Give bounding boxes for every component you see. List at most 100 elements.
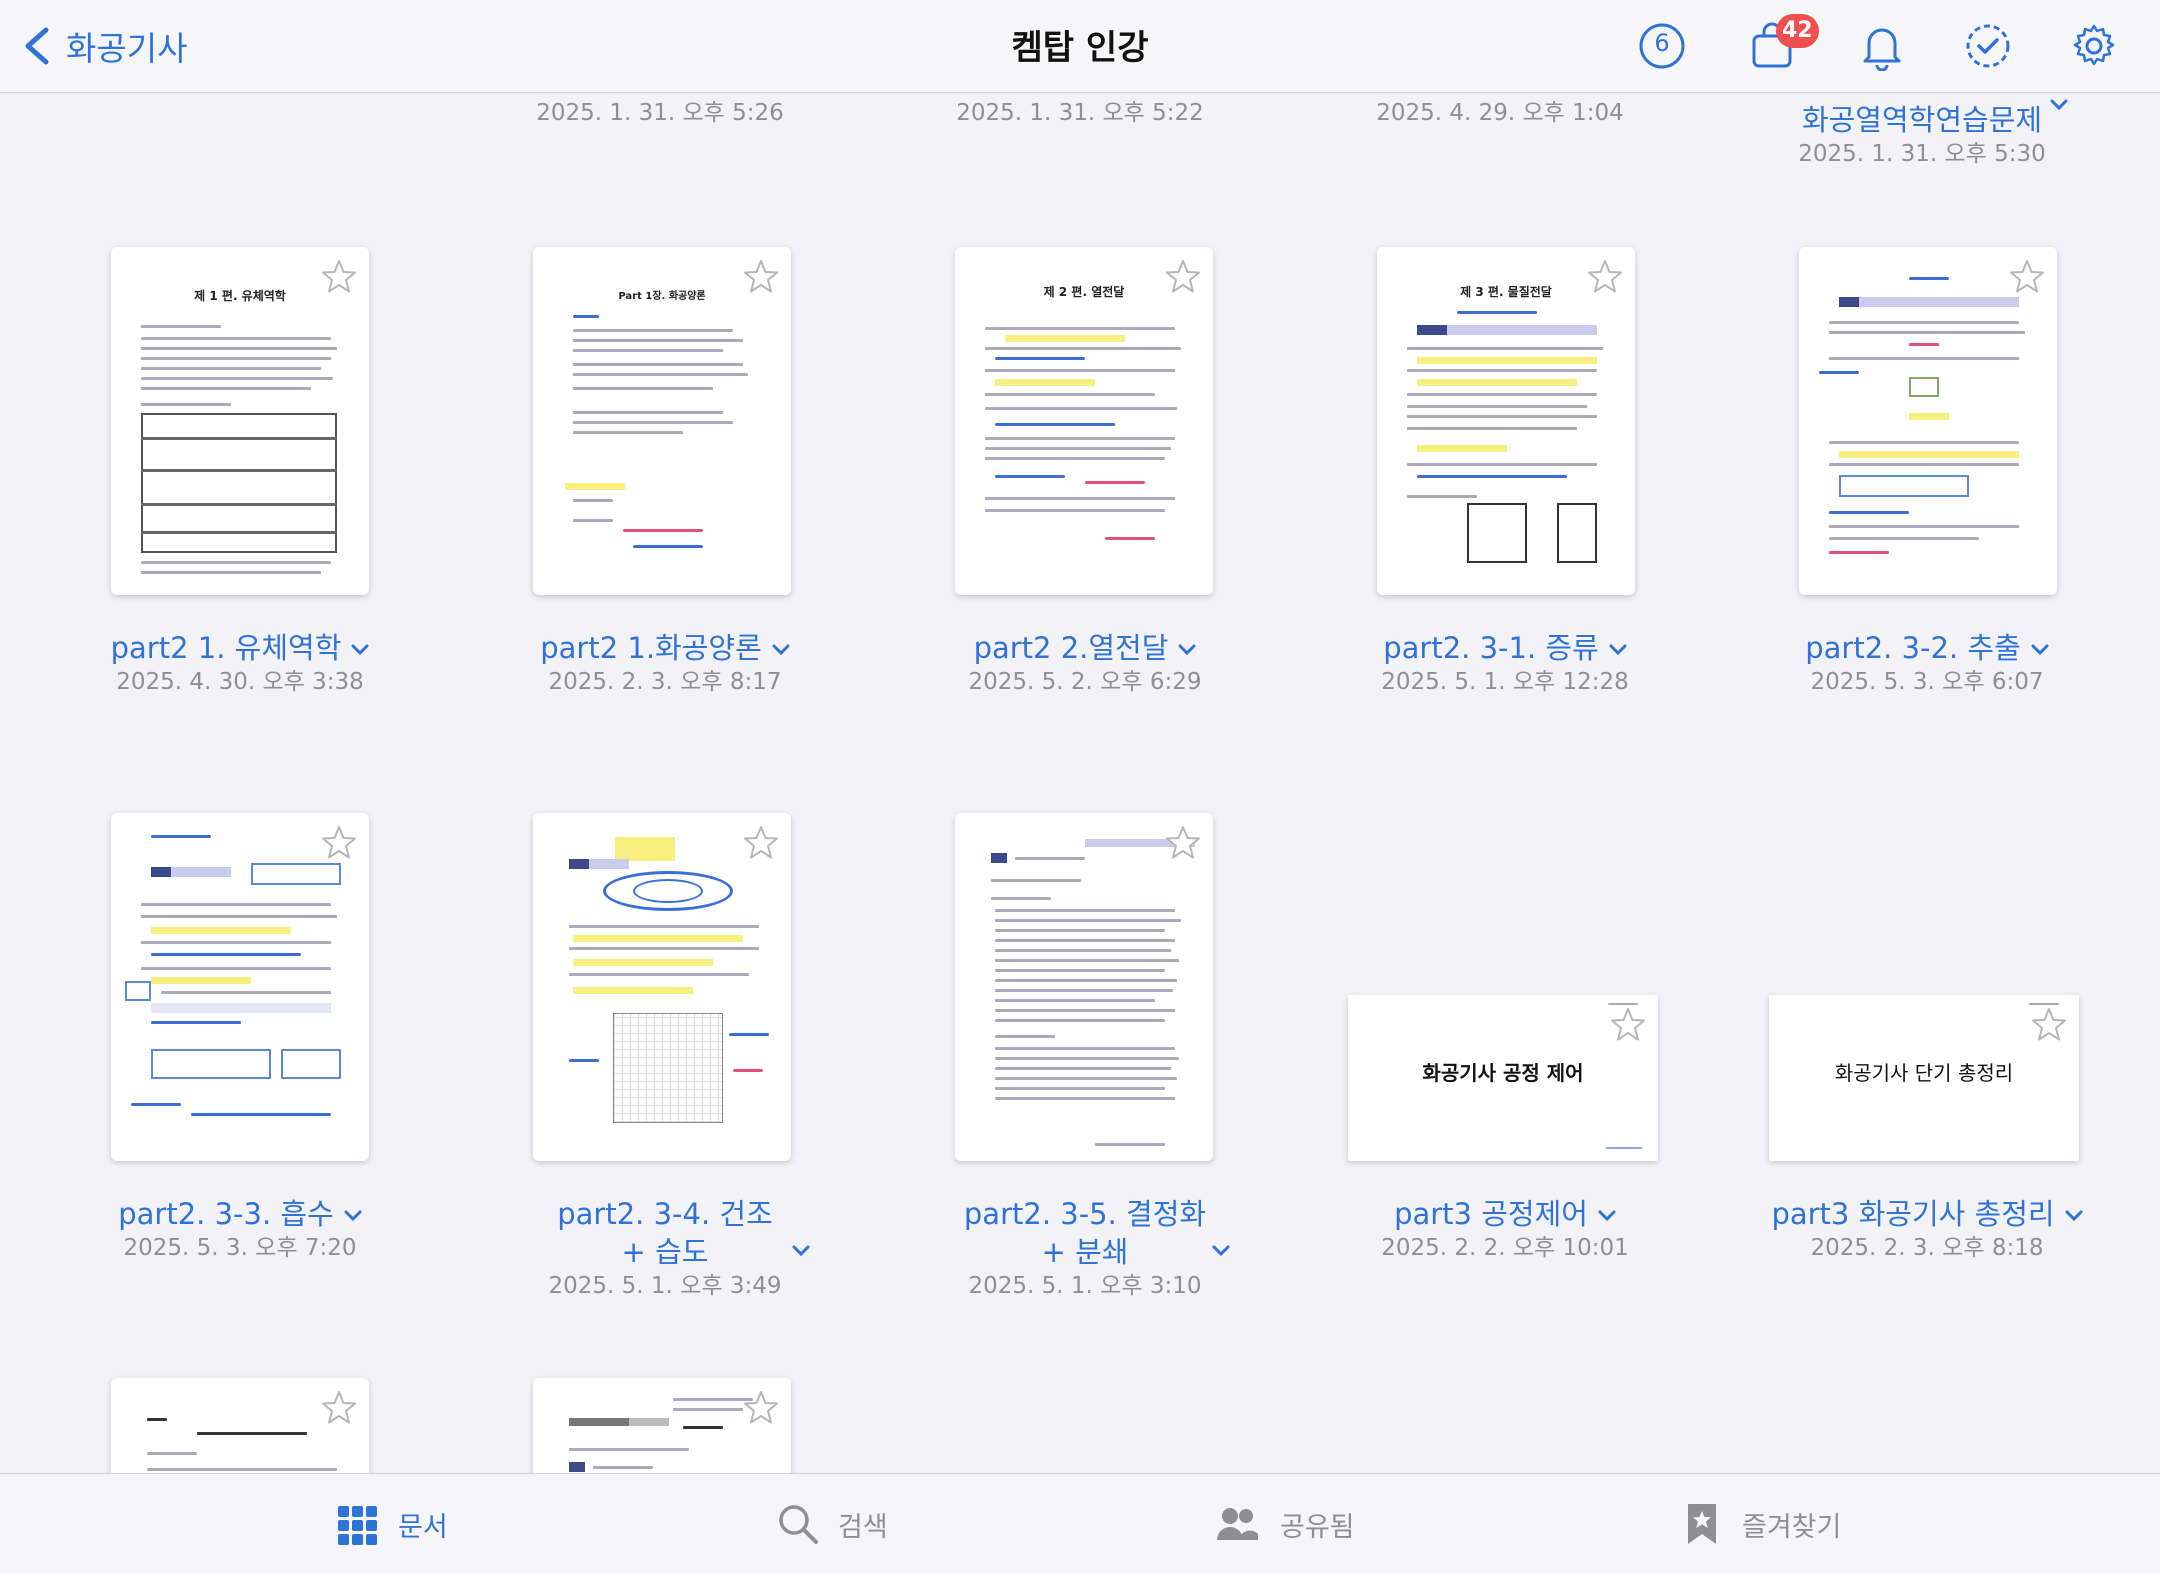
star-outline-icon[interactable] <box>741 257 781 297</box>
star-outline-icon[interactable] <box>741 1388 781 1428</box>
document-thumbnail[interactable] <box>111 813 369 1161</box>
list-item[interactable]: part3 화공기사 총정리 2025. 2. 3. 오후 8:18 <box>1762 1195 2092 1263</box>
document-thumbnail[interactable]: 제 3 편. 물질전달 <box>1377 247 1635 595</box>
document-title[interactable]: part2. 3-3. 흡수 <box>80 1195 400 1233</box>
document-title[interactable]: 화공열역학연습문제 <box>1762 101 2082 139</box>
chevron-down-icon[interactable] <box>2050 99 2068 111</box>
tab-label: 문서 <box>398 1511 448 1543</box>
document-title-text: part2. 3-3. 흡수 <box>118 1197 334 1231</box>
list-item[interactable]: 화공열역학연습문제 2025. 1. 31. 오후 5:30 <box>1762 101 2082 169</box>
document-title[interactable]: part2. 3-2. 추출 <box>1762 629 2092 667</box>
document-title-text: part3 화공기사 총정리 <box>1771 1197 2055 1231</box>
counter-value: 6 <box>1654 29 1670 57</box>
list-item[interactable]: part2. 3-2. 추출 2025. 5. 3. 오후 6:07 <box>1762 629 2092 697</box>
document-title[interactable]: part3 공정제어 <box>1340 1195 1670 1233</box>
document-title[interactable]: part2. 3-4. 건조 + 습도 <box>500 1195 830 1271</box>
document-date: 2025. 5. 3. 오후 6:07 <box>1810 669 2044 695</box>
document-thumbnail[interactable] <box>955 813 1213 1161</box>
tab-search[interactable]: 검색 <box>776 1474 888 1573</box>
star-outline-icon[interactable] <box>319 823 359 863</box>
document-thumbnail[interactable]: 제 2 편. 열전달 <box>955 247 1213 595</box>
chevron-down-icon[interactable] <box>792 1245 810 1257</box>
document-title-text: part2. 3-2. 추출 <box>1805 631 2021 665</box>
document-title[interactable]: part2 1. 유체역학 <box>80 629 400 667</box>
document-date: 2025. 4. 29. 오후 1:04 <box>1376 100 1624 126</box>
document-date: 2025. 5. 3. 오후 7:20 <box>123 1235 357 1261</box>
document-thumbnail[interactable]: Part 1장. 화공양론 <box>533 247 791 595</box>
document-title-text: part2 1.화공양론 <box>540 631 762 665</box>
list-item[interactable]: part2. 3-1. 증류 2025. 5. 1. 오후 12:28 <box>1340 629 1670 697</box>
tab-label: 즐겨찾기 <box>1742 1511 1842 1543</box>
settings-button[interactable] <box>2066 18 2122 74</box>
bookmark-star-icon <box>1688 1504 1716 1544</box>
document-date: 2025. 2. 2. 오후 10:01 <box>1381 1235 1629 1261</box>
tab-favorites[interactable]: 즐겨찾기 <box>1680 1474 1841 1573</box>
document-thumbnail[interactable]: 화공기사 단기 총정리 <box>1769 995 2079 1161</box>
tab-label: 검색 <box>838 1511 888 1543</box>
list-item[interactable]: part2 2.열전달 2025. 5. 2. 오후 6:29 <box>920 629 1250 697</box>
chevron-down-icon[interactable] <box>351 644 369 656</box>
tab-label: 공유됨 <box>1280 1511 1355 1543</box>
star-outline-icon[interactable] <box>319 1388 359 1428</box>
list-item[interactable]: part2. 3-3. 흡수 2025. 5. 3. 오후 7:20 <box>80 1195 400 1263</box>
document-thumbnail[interactable] <box>533 1378 791 1473</box>
chevron-down-icon[interactable] <box>1609 644 1627 656</box>
list-item[interactable]: 2025. 1. 31. 오후 5:26 <box>500 98 820 128</box>
document-thumbnail[interactable] <box>533 813 791 1161</box>
document-grid: 2025. 1. 31. 오후 5:26 2025. 1. 31. 오후 5:2… <box>0 93 2160 1473</box>
document-date: 2025. 2. 3. 오후 8:17 <box>548 669 782 695</box>
document-thumbnail[interactable]: 제 1 편. 유체역학 <box>111 247 369 595</box>
chevron-down-icon[interactable] <box>1212 1245 1230 1257</box>
document-title[interactable]: part2 2.열전달 <box>920 629 1250 667</box>
store-badge: 42 <box>1776 14 1819 48</box>
counter-button[interactable]: 6 <box>1634 18 1690 74</box>
star-outline-icon[interactable] <box>319 257 359 297</box>
slide-title: 화공기사 단기 총정리 <box>1834 1061 2014 1085</box>
bell-icon <box>1863 28 1901 71</box>
star-outline-icon[interactable] <box>1608 1005 1648 1045</box>
document-thumbnail[interactable]: 화공기사 공정 제어 <box>1348 995 1658 1161</box>
notifications-button[interactable] <box>1854 18 1910 74</box>
document-title[interactable]: part2. 3-5. 결정화 + 분쇄 <box>920 1195 1250 1271</box>
star-outline-icon[interactable] <box>2007 257 2047 297</box>
chevron-down-icon[interactable] <box>2065 1210 2083 1222</box>
list-item[interactable]: 2025. 1. 31. 오후 5:22 <box>920 98 1240 128</box>
star-outline-icon[interactable] <box>1585 257 1625 297</box>
document-date: 2025. 5. 1. 오후 3:49 <box>548 1273 782 1299</box>
document-title-text: part2 2.열전달 <box>973 631 1169 665</box>
chevron-down-icon[interactable] <box>1178 644 1196 656</box>
star-outline-icon[interactable] <box>2029 1005 2069 1045</box>
document-date: 2025. 1. 31. 오후 5:26 <box>536 100 784 126</box>
document-title-line2: + 분쇄 <box>1041 1235 1129 1269</box>
star-outline-icon[interactable] <box>1163 823 1203 863</box>
chevron-down-icon[interactable] <box>1598 1210 1616 1222</box>
select-button[interactable] <box>1960 18 2016 74</box>
list-item[interactable]: part2 1. 유체역학 2025. 4. 30. 오후 3:38 <box>80 629 400 697</box>
list-item[interactable]: part3 공정제어 2025. 2. 2. 오후 10:01 <box>1340 1195 1670 1263</box>
store-button[interactable]: 42 <box>1744 14 1819 74</box>
tab-documents[interactable]: 문서 <box>336 1474 448 1573</box>
chevron-left-icon <box>25 27 49 65</box>
back-button[interactable]: 화공기사 <box>22 18 187 74</box>
document-title[interactable]: part2. 3-1. 증류 <box>1340 629 1670 667</box>
list-item[interactable]: 2025. 4. 29. 오후 1:04 <box>1340 98 1660 128</box>
star-outline-icon[interactable] <box>1163 257 1203 297</box>
list-item[interactable]: part2. 3-5. 결정화 + 분쇄 2025. 5. 1. 오후 3:10 <box>920 1195 1250 1301</box>
list-item[interactable]: part2. 3-4. 건조 + 습도 2025. 5. 1. 오후 3:49 <box>500 1195 830 1301</box>
chevron-down-icon[interactable] <box>772 644 790 656</box>
document-title-text: part3 공정제어 <box>1394 1197 1588 1231</box>
star-outline-icon[interactable] <box>741 823 781 863</box>
document-date: 2025. 5. 1. 오후 12:28 <box>1381 669 1629 695</box>
document-thumbnail[interactable] <box>111 1378 369 1473</box>
chevron-down-icon[interactable] <box>344 1210 362 1222</box>
document-thumbnail[interactable] <box>1799 247 2057 595</box>
document-title-text: 화공열역학연습문제 <box>1801 103 2043 137</box>
document-title[interactable]: part3 화공기사 총정리 <box>1762 1195 2092 1233</box>
document-title[interactable]: part2 1.화공양론 <box>500 629 830 667</box>
document-title-line1: part2. 3-4. 건조 <box>557 1197 773 1231</box>
tab-shared[interactable]: 공유됨 <box>1212 1474 1355 1573</box>
chevron-down-icon[interactable] <box>2031 644 2049 656</box>
document-title-text: part2. 3-1. 증류 <box>1383 631 1599 665</box>
back-label: 화공기사 <box>66 29 188 68</box>
list-item[interactable]: part2 1.화공양론 2025. 2. 3. 오후 8:17 <box>500 629 830 697</box>
